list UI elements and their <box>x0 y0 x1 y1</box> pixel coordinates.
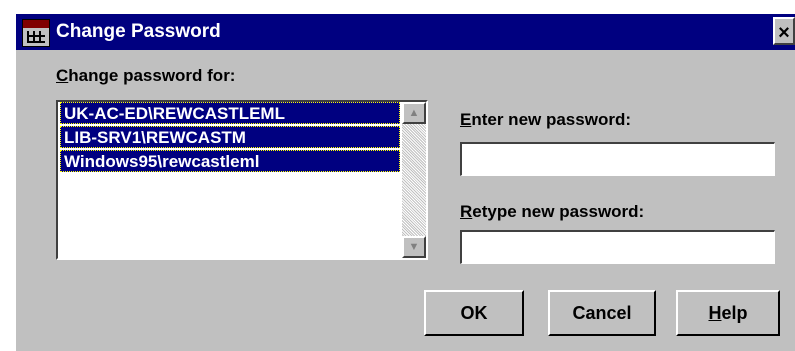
cancel-button[interactable]: Cancel <box>548 290 656 336</box>
new-password-field[interactable] <box>460 142 775 176</box>
mnemonic-c: C <box>56 66 69 85</box>
mnemonic-e: E <box>460 110 472 129</box>
list-item[interactable]: Windows95\rewcastleml <box>60 150 400 172</box>
close-icon[interactable]: × <box>773 17 795 45</box>
window-title: Change Password <box>56 21 221 42</box>
dialog-body: Change password for: UK-AC-ED\REWCASTLEM… <box>16 50 795 351</box>
enter-new-password-label: Enter new password: <box>460 110 631 130</box>
enter-new-password-text: nter new password: <box>471 110 631 129</box>
list-item[interactable]: UK-AC-ED\REWCASTLEML <box>60 102 400 124</box>
retype-new-password-label: Retype new password: <box>460 202 644 222</box>
retype-new-password-text: etype new password: <box>472 202 645 221</box>
list-item[interactable]: LIB-SRV1\REWCASTM <box>60 126 400 148</box>
password-app-icon[interactable] <box>22 19 50 47</box>
title-bar[interactable]: Change Password × <box>16 14 795 50</box>
mnemonic-r: R <box>460 202 473 221</box>
listbox-scrollbar[interactable]: ▲ ▼ <box>402 102 426 258</box>
account-listbox[interactable]: UK-AC-ED\REWCASTLEML LIB-SRV1\REWCASTM W… <box>56 100 428 260</box>
ok-button[interactable]: OK <box>424 290 524 336</box>
help-button[interactable]: Help <box>676 290 780 336</box>
mnemonic-h: H <box>708 303 722 323</box>
retype-password-field[interactable] <box>460 230 775 264</box>
change-password-for-label: Change password for: <box>56 66 235 86</box>
change-password-for-text: hange password for: <box>68 66 236 85</box>
help-button-text: elp <box>721 303 748 323</box>
arrow-up-icon[interactable]: ▲ <box>402 102 426 124</box>
arrow-down-icon[interactable]: ▼ <box>402 236 426 258</box>
